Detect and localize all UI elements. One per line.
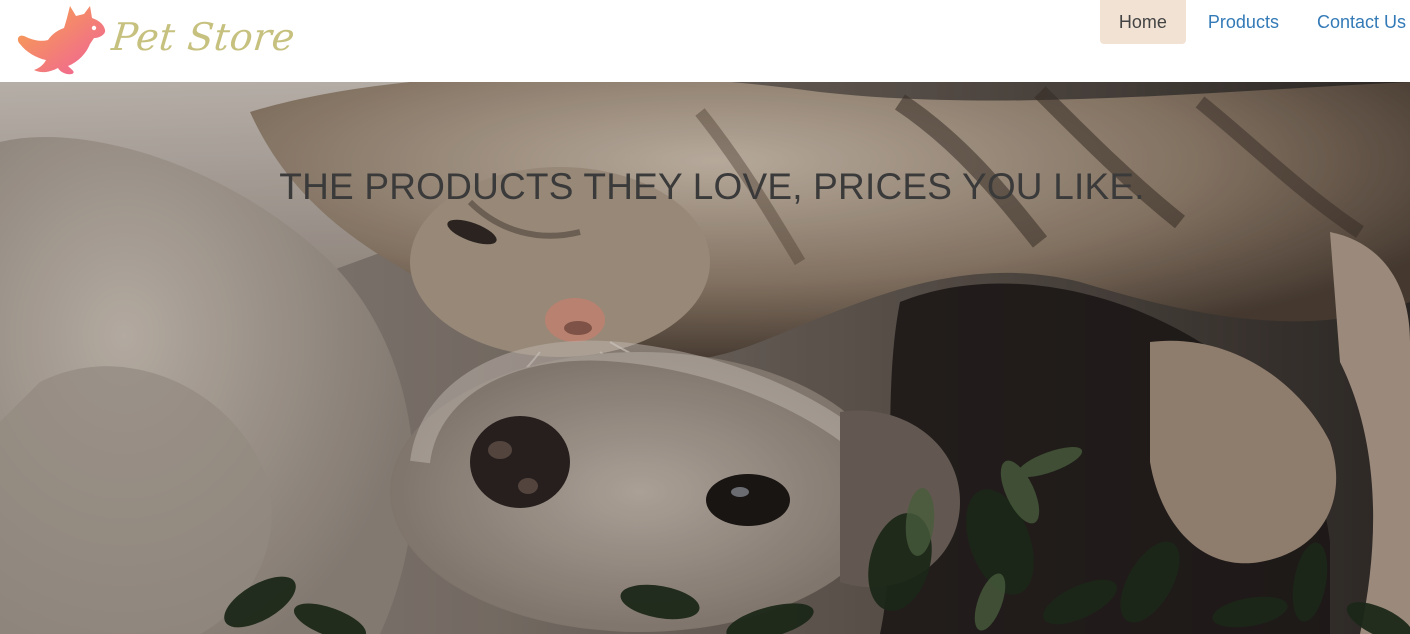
main-nav: Home Products Contact Us [1099, 0, 1410, 44]
hero-headline: THE PRODUCTS THEY LOVE, PRICES YOU LIKE. [279, 166, 1145, 207]
nav-home[interactable]: Home [1099, 0, 1186, 44]
brand-name: Pet Store [109, 15, 298, 59]
cat-and-dog-photo [0, 82, 1410, 634]
nav-contact-us[interactable]: Contact Us [1298, 0, 1410, 44]
nav-products[interactable]: Products [1189, 0, 1298, 44]
running-pet-icon [17, 6, 106, 75]
top-navbar: Pet Store Home Products Contact Us [0, 0, 1410, 82]
hero-banner: THE PRODUCTS THEY LOVE, PRICES YOU LIKE. [0, 82, 1410, 634]
brand-link[interactable]: Pet Store [14, 4, 298, 76]
